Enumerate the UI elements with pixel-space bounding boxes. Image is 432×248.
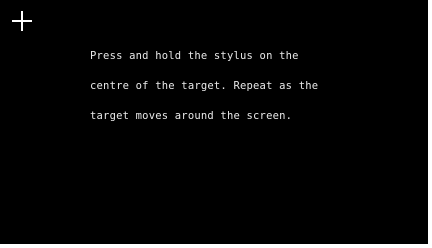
instruction-line-3: target moves around the screen. [90, 110, 293, 122]
crosshair-icon [12, 11, 32, 31]
calibration-instructions: Press and hold the stylus on the centre … [90, 31, 390, 141]
calibration-screen[interactable]: Press and hold the stylus on the centre … [0, 0, 432, 248]
instruction-line-1: Press and hold the stylus on the [90, 50, 299, 62]
calibration-target[interactable] [11, 10, 33, 32]
instruction-line-2: centre of the target. Repeat as the [90, 80, 319, 92]
